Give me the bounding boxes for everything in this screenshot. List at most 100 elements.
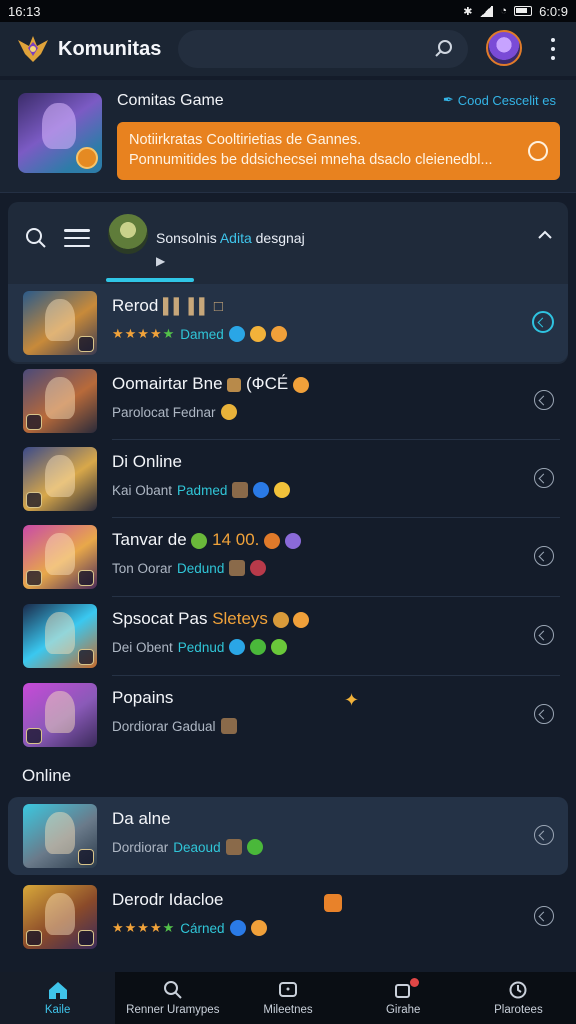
game-thumbnail	[23, 804, 97, 868]
home-icon	[48, 982, 67, 999]
list-item-subtitle: ★★★★★ Cárned	[112, 920, 267, 936]
subtitle-text: Kai Obant	[112, 482, 173, 498]
bird-emoji-icon	[228, 326, 245, 342]
search-bar[interactable]	[178, 30, 468, 68]
list-item-subtitle: Dei Obent Pednud	[112, 639, 288, 655]
leaf-emoji-icon	[246, 839, 263, 855]
banner-hero-image[interactable]	[18, 93, 102, 173]
face-emoji-icon	[270, 326, 287, 342]
leaf-emoji-icon	[271, 639, 288, 655]
profile-avatar[interactable]	[486, 30, 522, 66]
banner-title: Comitas Game	[117, 92, 224, 109]
open-arrow-icon[interactable]	[534, 625, 554, 645]
list-item[interactable]: Derodr Idacloe ★★★★★ Cárned	[8, 878, 568, 956]
nav-notifications[interactable]: Girahe	[346, 972, 461, 1024]
search-icon	[163, 981, 182, 999]
user-avatar[interactable]	[108, 214, 148, 254]
subtitle-text: Ton Oorar	[112, 560, 173, 576]
open-arrow-icon[interactable]	[532, 311, 554, 333]
list-item-subtitle: Dordiorar Deaoud	[112, 839, 263, 855]
game-thumbnail	[23, 291, 97, 355]
open-arrow-icon[interactable]	[534, 825, 554, 845]
face-emoji-icon	[250, 920, 267, 936]
feather-icon: ✒	[442, 92, 454, 107]
leaf-emoji-icon	[250, 639, 267, 655]
nav-history[interactable]: Plarotees	[461, 972, 576, 1024]
open-arrow-icon[interactable]	[534, 546, 554, 566]
list-item[interactable]: Popains ✦ Dordiorar Gadual	[8, 676, 568, 754]
nav-messages[interactable]: Mileetnes	[230, 972, 345, 1024]
clock-icon	[509, 981, 527, 999]
filter-title-pre: Sonsolnis	[156, 230, 220, 246]
subtitle-text: Dordiorar	[112, 839, 169, 855]
message-square-icon	[279, 982, 297, 997]
chest-emoji-icon	[229, 560, 246, 576]
section-heading: Online	[22, 766, 72, 785]
game-thumbnail	[23, 369, 97, 433]
open-arrow-icon[interactable]	[534, 390, 554, 410]
chevron-right-circle-icon[interactable]	[528, 141, 548, 161]
chest-emoji-icon	[225, 839, 242, 855]
list-item-subtitle: Dordiorar Gadual	[112, 718, 237, 734]
more-options-icon[interactable]	[547, 38, 559, 60]
list-item-title: Derodr Idacloe	[112, 890, 224, 909]
bottom-navigation: Kaile Renner Uramypes Mileetnes Girahe P…	[0, 972, 576, 1024]
game-thumbnail	[23, 885, 97, 949]
list-item[interactable]: Oomairtar Bne (ФСЕ́ Parolocat Fednar	[8, 362, 568, 440]
subtitle-text: Dordiorar Gadual	[112, 718, 216, 734]
list-item[interactable]: Tanvar de 14 00. Ton Oorar Dedund	[8, 518, 568, 596]
gift-emoji-icon	[324, 894, 342, 912]
nav-home[interactable]: Kaile	[0, 972, 116, 1024]
status-label: Padmed	[177, 482, 228, 498]
open-arrow-icon[interactable]	[534, 704, 554, 724]
search-icon[interactable]	[25, 227, 47, 254]
chest-emoji-icon	[220, 718, 237, 734]
rating-stars: ★★★★★	[112, 920, 176, 935]
collapse-arrow-icon[interactable]	[536, 226, 554, 249]
game-thumbnail	[23, 525, 97, 589]
nav-search-label: Renner Uramypes	[126, 1004, 220, 1016]
battery-icon	[514, 6, 533, 16]
globe-emoji-icon	[229, 920, 246, 936]
list-item[interactable]: Di Online Kai Obant Padmed	[8, 440, 568, 518]
status-label: Deaoud	[173, 839, 221, 855]
berry-emoji-icon	[250, 560, 267, 576]
list-item[interactable]: Da alne Dordiorar Deaoud	[8, 797, 568, 875]
list-item-title: Oomairtar Bne (ФСЕ́	[112, 374, 309, 394]
list-item[interactable]: Rerod ▌▌ ▌▌ □ ★★★★★ Damed	[8, 284, 568, 362]
promo-line-2: Ponnumitides be ddsichecsei mneha dsaclo…	[129, 152, 493, 168]
app-bar: Komunitas	[0, 22, 576, 76]
list-item-title: Spsocat Pas Sleteys	[112, 609, 310, 629]
filter-title-post: desgnaj	[251, 230, 305, 246]
status-label: Cárned	[180, 920, 225, 936]
status-label: Pednud	[177, 639, 225, 655]
signal-icon	[479, 5, 494, 17]
globe-emoji-icon	[253, 482, 270, 498]
nav-search[interactable]: Renner Uramypes	[115, 972, 230, 1024]
list-item-title: Tanvar de 14 00.	[112, 530, 301, 550]
promo-card[interactable]: Notiirkratas Cooltirietias de Gannes. Po…	[117, 122, 560, 180]
notification-dot	[409, 978, 419, 987]
list-item-subtitle: ★★★★★ Damed	[112, 326, 287, 342]
star-emoji-icon	[249, 326, 266, 342]
list-item[interactable]: Spsocat Pas Sleteys Dei Obent Pednud	[8, 597, 568, 675]
tab-indicator	[106, 278, 194, 282]
status-label: Dedund	[177, 560, 225, 576]
search-icon[interactable]	[434, 39, 454, 64]
game-thumbnail	[23, 683, 97, 747]
open-arrow-icon[interactable]	[534, 906, 554, 926]
chest-emoji-icon	[232, 482, 249, 498]
app-title: Komunitas	[58, 37, 162, 60]
filter-title-accent: Adita	[219, 230, 252, 246]
status-label: Damed	[180, 326, 224, 342]
bluetooth-icon: ✱	[463, 5, 473, 18]
status-bar: 16:13 ✱ ◔ 6:0:9	[0, 0, 576, 22]
open-arrow-icon[interactable]	[534, 468, 554, 488]
game-thumbnail	[23, 447, 97, 511]
nav-home-label: Kaile	[44, 1004, 71, 1016]
nav-history-label: Plarotees	[494, 1004, 543, 1016]
hamburger-menu-icon[interactable]	[64, 229, 90, 247]
bolt-emoji-icon	[274, 482, 291, 498]
list-item-title: Popains	[112, 688, 174, 707]
banner-link[interactable]: ✒ Cood Cescelit es	[443, 92, 556, 108]
